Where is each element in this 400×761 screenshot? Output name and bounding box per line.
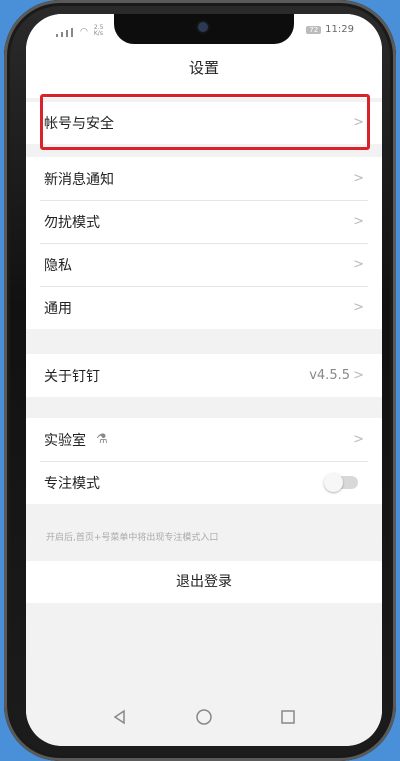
focus-mode-row: 专注模式 [26, 461, 382, 504]
system-nav-bar [26, 696, 382, 746]
general-label: 通用 [44, 300, 72, 317]
chevron-right-icon: > [353, 431, 364, 447]
triangle-back-icon[interactable] [106, 703, 134, 731]
notification-section: 新消息通知 > 勿扰模式 > 隐私 > 通用 > [26, 157, 382, 329]
general-row[interactable]: 通用 > [26, 286, 382, 329]
focus-mode-toggle[interactable] [324, 473, 358, 492]
logout-label: 退出登录 [176, 574, 232, 590]
version-label: v4.5.5 [309, 368, 350, 383]
do-not-disturb-row[interactable]: 勿扰模式 > [26, 200, 382, 243]
screen: ◠ 2.5 K/s 72 11:29 设置 帐号与安全 > 新消息通知 > 勿扰… [26, 14, 382, 746]
chevron-right-icon: > [353, 256, 364, 272]
account-section: 帐号与安全 > [26, 102, 382, 144]
chevron-right-icon: > [353, 367, 364, 383]
page-title: 设置 [188, 59, 219, 77]
focus-mode-hint: 开启后,首页+号菜单中将出现专注模式入口 [46, 533, 219, 543]
wifi-icon: ◠ [80, 27, 88, 37]
account-security-row[interactable]: 帐号与安全 > [26, 102, 382, 144]
camera-icon [198, 22, 208, 32]
lab-label: 实验室 [44, 432, 86, 449]
about-row[interactable]: 关于钉钉 v4.5.5 > [26, 354, 382, 397]
privacy-label: 隐私 [44, 257, 72, 274]
notifications-label: 新消息通知 [44, 171, 114, 188]
about-section: 关于钉钉 v4.5.5 > [26, 354, 382, 397]
chevron-right-icon: > [353, 170, 364, 186]
notifications-row[interactable]: 新消息通知 > [26, 157, 382, 200]
chevron-right-icon: > [353, 213, 364, 229]
battery-icon: 72 [306, 25, 322, 34]
about-label: 关于钉钉 [44, 368, 100, 385]
signal-indicator: ◠ 2.5 K/s [56, 25, 103, 37]
account-security-label: 帐号与安全 [44, 116, 114, 132]
lab-section: 实验室 ⚗ > 专注模式 [26, 418, 382, 504]
flask-icon: ⚗ [96, 432, 108, 447]
status-time: 11:29 [325, 24, 354, 35]
network-speed: 2.5 K/s [93, 24, 104, 37]
circle-home-icon[interactable] [190, 703, 218, 731]
page-header: 设置 [26, 48, 382, 98]
do-not-disturb-label: 勿扰模式 [44, 214, 100, 231]
notch [114, 14, 294, 44]
logout-button[interactable]: 退出登录 [26, 561, 382, 603]
toggle-knob [324, 473, 343, 492]
privacy-row[interactable]: 隐私 > [26, 243, 382, 286]
chevron-right-icon: > [353, 299, 364, 315]
focus-mode-label: 专注模式 [44, 475, 100, 492]
phone-frame: ◠ 2.5 K/s 72 11:29 设置 帐号与安全 > 新消息通知 > 勿扰… [4, 0, 396, 761]
lab-row[interactable]: 实验室 ⚗ > [26, 418, 382, 461]
chevron-right-icon: > [353, 115, 364, 130]
square-recent-icon[interactable] [274, 703, 302, 731]
